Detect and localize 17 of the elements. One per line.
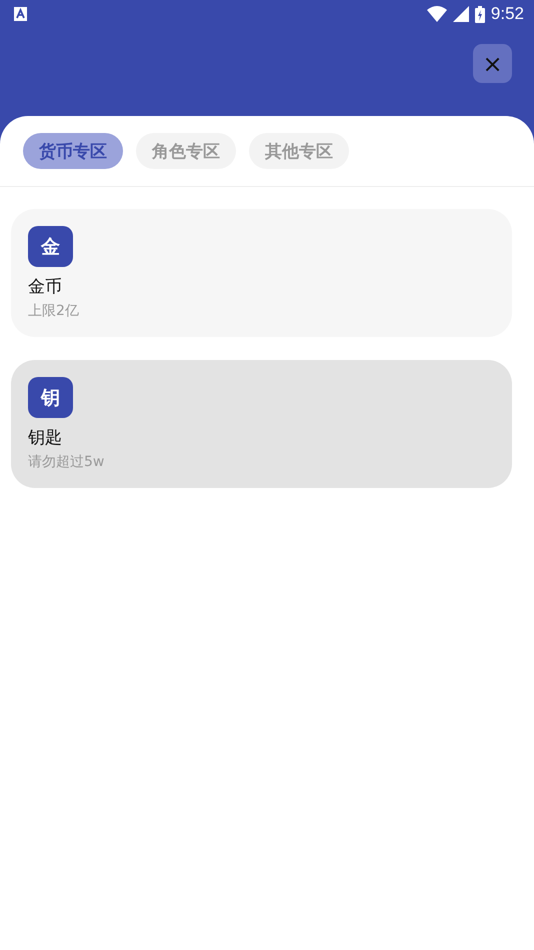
battery-icon: [474, 6, 485, 22]
item-note: 上限2亿: [28, 302, 79, 320]
category-tab[interactable]: 货币专区: [23, 133, 123, 169]
item-card[interactable]: 钥 钥匙 请勿超过5w: [11, 360, 512, 488]
item-name: 金币: [28, 276, 62, 298]
notification-icon: [14, 7, 27, 21]
item-card[interactable]: 金 金币 上限2亿: [11, 209, 512, 337]
signal-icon: [452, 6, 469, 22]
item-name: 钥匙: [28, 427, 62, 449]
category-tab[interactable]: 其他专区: [249, 133, 349, 169]
wifi-icon: [426, 6, 447, 22]
category-tab[interactable]: 角色专区: [136, 133, 236, 169]
close-button[interactable]: ×: [473, 44, 512, 83]
item-note: 请勿超过5w: [28, 453, 104, 471]
status-time: 9:52: [490, 4, 524, 24]
item-badge: 钥: [28, 377, 73, 418]
item-badge: 金: [28, 226, 73, 267]
